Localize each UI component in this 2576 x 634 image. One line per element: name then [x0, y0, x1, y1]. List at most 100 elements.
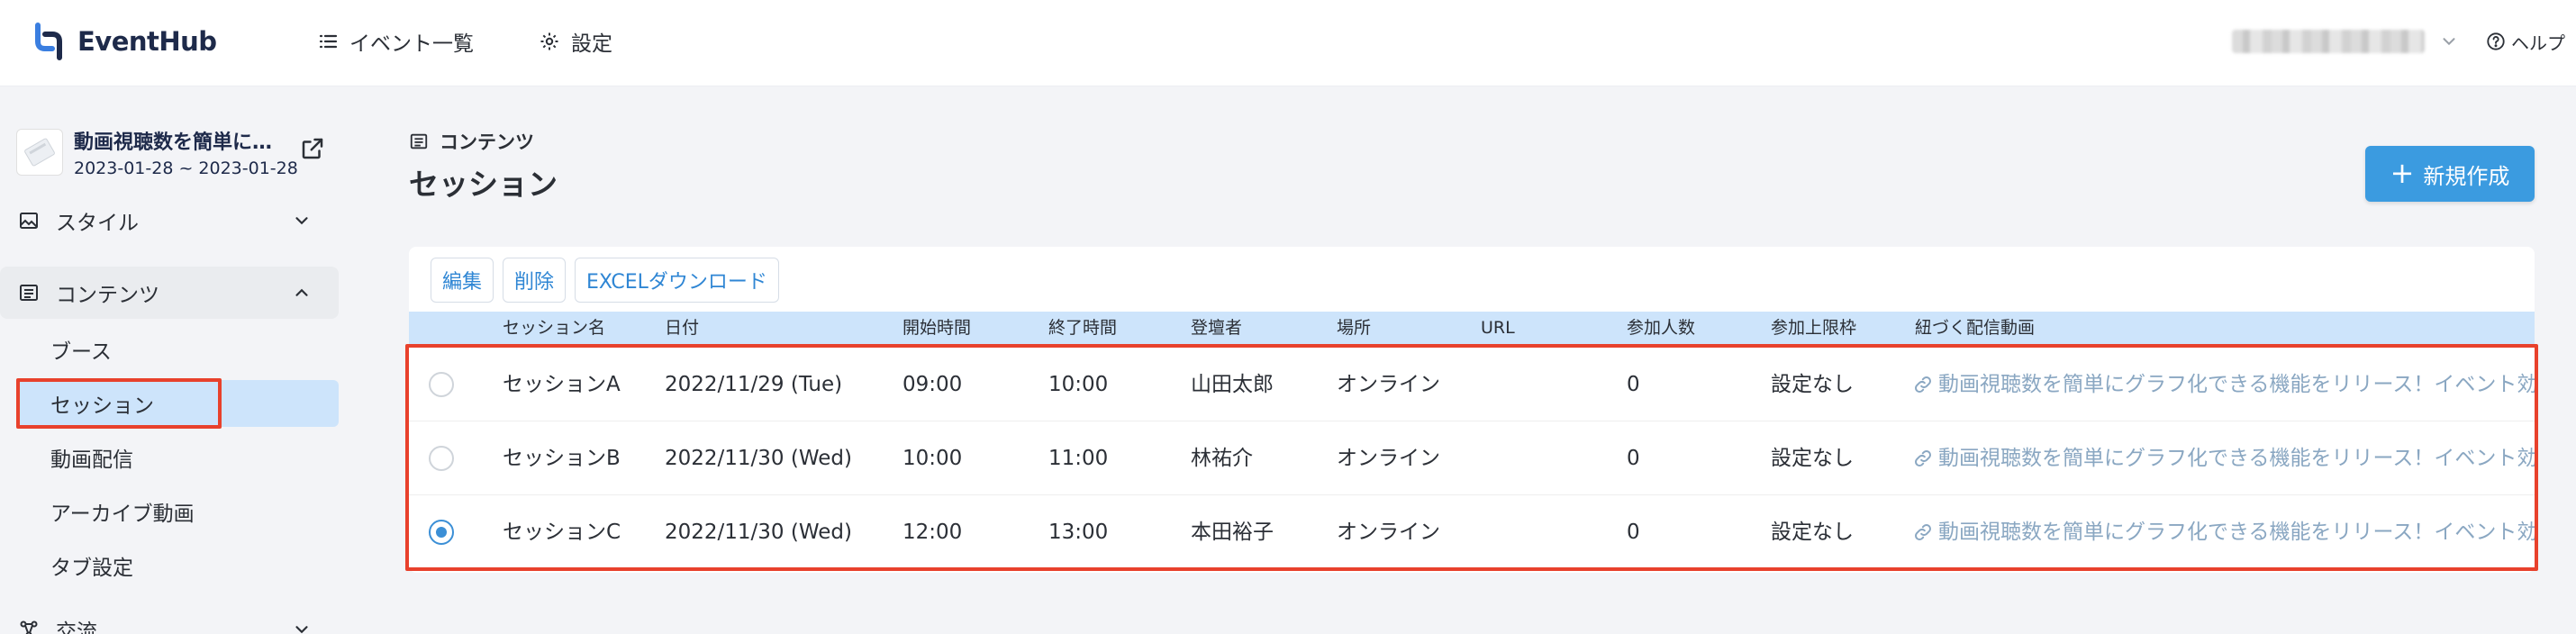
help-label: ヘルプ	[2511, 32, 2565, 54]
linked-video-title: 動画視聴数を簡単にグラフ化できる機能をリリース！イベント効果	[1938, 373, 2535, 396]
sidebar-item-archive-video[interactable]: アーカイブ動画	[16, 488, 339, 535]
help-link[interactable]: ヘルプ	[2486, 23, 2565, 59]
column-header-url[interactable]: URL	[1481, 312, 1515, 344]
event-title: 動画視聴数を簡単にグラフ化できる機能をリリース！イベント効果	[74, 131, 283, 154]
sidebar-item-label: アーカイブ動画	[50, 503, 195, 526]
column-header-linked-video[interactable]: 紐づく配信動画	[1915, 312, 2035, 344]
chevron-up-icon	[295, 288, 308, 296]
event-thumbnail-image	[24, 138, 55, 167]
help-icon	[2487, 32, 2505, 50]
list-icon	[410, 133, 428, 149]
page-title: セッション	[409, 167, 558, 202]
breadcrumb-label: コンテンツ	[440, 131, 534, 153]
chevron-down-icon	[295, 626, 308, 634]
sidebar-item-video-streaming[interactable]: 動画配信	[16, 434, 339, 481]
link-icon	[1915, 376, 1931, 393]
row-select-radio[interactable]	[429, 520, 454, 545]
edit-button[interactable]: 編集	[431, 258, 494, 303]
nav-settings-label: 設定	[571, 32, 612, 56]
eventhub-logo-icon	[35, 23, 62, 60]
gear-icon	[540, 32, 558, 50]
cell-participants: 0	[1627, 373, 1640, 396]
list-icon	[319, 34, 338, 49]
table-toolbar: 編集 削除 EXCELダウンロード	[431, 258, 779, 303]
cell-linked-video-link[interactable]: 動画視聴数を簡単にグラフ化できる機能をリリース！イベント効果	[1913, 495, 2535, 569]
user-name-blurred	[2232, 30, 2425, 53]
cell-date: 2022/11/29 (Tue)	[665, 373, 843, 396]
sidebar-item-label: セッション	[50, 394, 154, 418]
sidebar-group-networking[interactable]: 交流	[0, 603, 339, 634]
sidebar: 動画視聴数を簡単にグラフ化できる機能をリリース！イベント効果 2023-01-2…	[0, 86, 353, 634]
table-header: セッション名 日付 開始時間 終了時間 登壇者 場所 URL 参加人数 参加上限…	[409, 312, 2535, 344]
sidebar-item-label: 動画配信	[50, 448, 133, 472]
app-name: EventHub	[77, 26, 217, 57]
sidebar-item-label: ブース	[50, 340, 112, 364]
sidebar-item-booth[interactable]: ブース	[16, 326, 339, 373]
event-card[interactable]: 動画視聴数を簡単にグラフ化できる機能をリリース！イベント効果 2023-01-2…	[16, 126, 340, 178]
user-menu[interactable]	[2232, 23, 2459, 59]
chevron-down-icon	[295, 217, 308, 225]
cell-session-name: セッションA	[503, 373, 621, 396]
column-header-start-time[interactable]: 開始時間	[903, 312, 971, 344]
linked-video-title: 動画視聴数を簡単にグラフ化できる機能をリリース！イベント効果	[1938, 521, 2535, 544]
nav-event-list-label: イベント一覧	[349, 32, 474, 56]
cell-start-time: 10:00	[903, 447, 963, 470]
cell-limit: 設定なし	[1771, 521, 1854, 544]
sidebar-group-style[interactable]: スタイル	[0, 195, 339, 247]
top-header: EventHub イベント一覧 設定 ヘルプ	[0, 0, 2576, 86]
event-dates: 2023-01-28 ~ 2023-01-28	[74, 158, 298, 178]
cell-place: オンライン	[1337, 447, 1440, 470]
sidebar-item-label: タブ設定	[50, 557, 133, 580]
external-link-icon[interactable]	[299, 135, 326, 162]
cell-end-time: 13:00	[1048, 521, 1109, 544]
cell-session-name: セッションC	[503, 521, 621, 544]
cell-participants: 0	[1627, 447, 1640, 470]
excel-download-button[interactable]: EXCELダウンロード	[575, 258, 779, 303]
sidebar-group-contents[interactable]: コンテンツ	[0, 267, 339, 319]
cell-place: オンライン	[1337, 373, 1440, 396]
cell-end-time: 11:00	[1048, 447, 1109, 470]
row-select-radio[interactable]	[429, 446, 454, 471]
table-row[interactable]: セッションA 2022/11/29 (Tue) 09:00 10:00 山田太郎…	[409, 348, 2535, 421]
cell-session-name: セッションB	[503, 447, 621, 470]
cell-end-time: 10:00	[1048, 373, 1109, 396]
sidebar-item-session[interactable]: セッション	[16, 380, 339, 427]
nav-event-list[interactable]: イベント一覧	[317, 22, 474, 61]
link-icon	[1915, 450, 1931, 466]
column-header-limit[interactable]: 参加上限枠	[1771, 312, 1856, 344]
app-logo[interactable]: EventHub	[31, 16, 217, 67]
list-icon	[20, 285, 38, 301]
delete-button[interactable]: 削除	[503, 258, 567, 303]
sidebar-group-networking-label: 交流	[56, 620, 97, 634]
create-new-label: 新規作成	[2423, 163, 2510, 189]
column-header-end-time[interactable]: 終了時間	[1048, 312, 1117, 344]
sidebar-item-tab-settings[interactable]: タブ設定	[16, 542, 339, 589]
image-icon	[20, 213, 38, 229]
event-thumbnail	[16, 129, 63, 176]
sidebar-group-contents-label: コンテンツ	[56, 284, 159, 307]
table-row[interactable]: セッションC 2022/11/30 (Wed) 12:00 13:00 本田裕子…	[409, 495, 2535, 569]
cell-linked-video-link[interactable]: 動画視聴数を簡単にグラフ化できる機能をリリース！イベント効果	[1913, 421, 2535, 495]
cell-date: 2022/11/30 (Wed)	[665, 447, 852, 470]
column-header-speaker[interactable]: 登壇者	[1191, 312, 1242, 344]
breadcrumb: コンテンツ	[409, 128, 534, 155]
column-header-place[interactable]: 場所	[1337, 312, 1371, 344]
cell-speaker: 林祐介	[1191, 447, 1253, 470]
table-row[interactable]: セッションB 2022/11/30 (Wed) 10:00 11:00 林祐介 …	[409, 421, 2535, 495]
cell-linked-video-link[interactable]: 動画視聴数を簡単にグラフ化できる機能をリリース！イベント効果	[1913, 348, 2535, 421]
column-header-date[interactable]: 日付	[665, 312, 699, 344]
link-icon	[1915, 524, 1931, 540]
cell-limit: 設定なし	[1771, 373, 1854, 396]
cell-start-time: 09:00	[903, 373, 963, 396]
nav-settings[interactable]: 設定	[539, 22, 612, 61]
column-header-participants[interactable]: 参加人数	[1627, 312, 1695, 344]
linked-video-title: 動画視聴数を簡単にグラフ化できる機能をリリース！イベント効果	[1938, 447, 2535, 470]
cell-participants: 0	[1627, 521, 1640, 544]
chevron-down-icon	[2443, 38, 2455, 46]
column-header-session-name[interactable]: セッション名	[503, 312, 605, 344]
sidebar-group-style-label: スタイル	[56, 212, 139, 235]
cell-place: オンライン	[1337, 521, 1440, 544]
cell-limit: 設定なし	[1771, 447, 1854, 470]
create-new-button[interactable]: + 新規作成	[2365, 146, 2535, 202]
row-select-radio[interactable]	[429, 372, 454, 397]
